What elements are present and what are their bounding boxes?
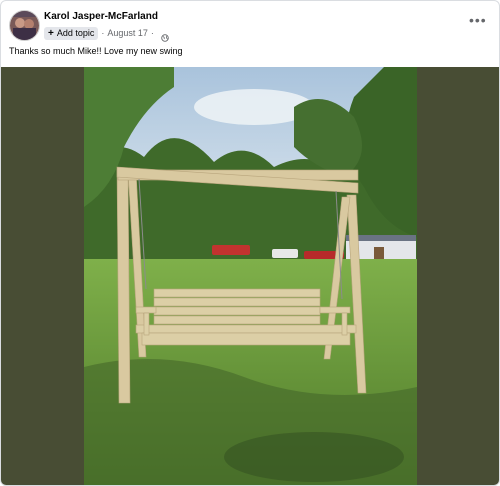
photo-container[interactable] [1,67,499,485]
separator: · [150,28,154,38]
add-topic-label: Add topic [56,28,95,38]
post-meta: + Add topic · August 17 · [44,26,169,42]
globe-icon[interactable] [161,29,169,42]
post-photo[interactable] [84,67,417,485]
plus-icon: + [48,27,54,39]
post-card: Karol Jasper-McFarland + Add topic · Aug… [0,0,500,486]
add-topic-button[interactable]: + Add topic [44,26,99,40]
post-header: Karol Jasper-McFarland + Add topic · Aug… [9,10,491,42]
more-options-icon[interactable]: ••• [469,13,486,28]
post-caption: Thanks so much Mike!! Love my new swing [9,46,183,56]
post-date[interactable]: August 17 [107,28,148,38]
author-name[interactable]: Karol Jasper-McFarland [44,11,158,22]
separator: · [101,28,105,38]
author-avatar[interactable] [9,10,40,41]
